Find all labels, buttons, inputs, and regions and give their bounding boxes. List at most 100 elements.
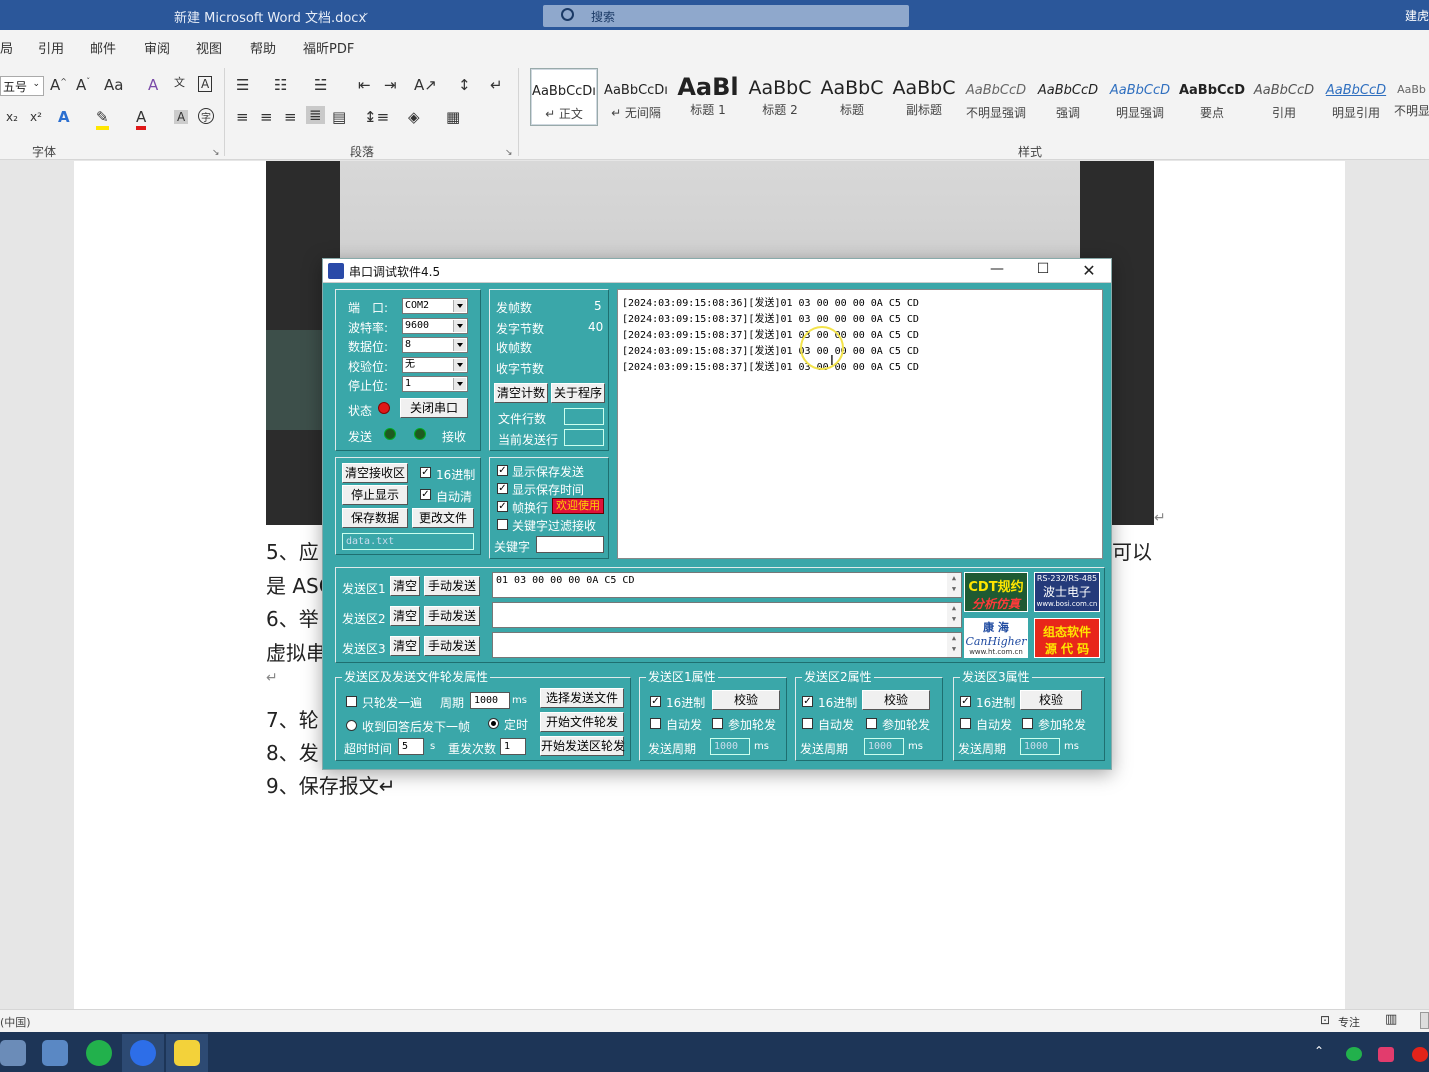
- justify-icon[interactable]: ≣: [306, 106, 325, 124]
- char-border-icon[interactable]: A: [198, 76, 213, 92]
- subscript-icon[interactable]: x₂: [6, 110, 18, 124]
- window-title-bar[interactable]: 串口调试软件4.5 — ☐ ✕: [323, 259, 1111, 283]
- send-area-2-clear-button[interactable]: 清空: [390, 606, 420, 626]
- period-input[interactable]: 1000: [470, 692, 510, 709]
- style-emphasis[interactable]: AaBbCcD 强调: [1034, 68, 1102, 126]
- rotate-once-checkbox[interactable]: [346, 696, 357, 707]
- timed-radio[interactable]: [488, 718, 499, 729]
- clear-format-icon[interactable]: A: [148, 76, 158, 94]
- area-3-auto-send-checkbox[interactable]: [960, 718, 971, 729]
- about-button[interactable]: 关于程序: [551, 383, 605, 403]
- print-layout-icon[interactable]: [1420, 1012, 1429, 1029]
- serial-debug-window[interactable]: 串口调试软件4.5 — ☐ ✕ 端 口: COM2 波特率: 9600 数据位:…: [322, 258, 1112, 770]
- style-strong[interactable]: AaBbCcD 要点: [1178, 68, 1246, 126]
- area-1-join-rotate-checkbox[interactable]: [712, 718, 723, 729]
- decrease-indent-icon[interactable]: ⇤: [358, 76, 371, 94]
- phonetic-guide-icon[interactable]: 文: [174, 74, 185, 90]
- numbering-icon[interactable]: ☷: [274, 76, 287, 94]
- dialog-launcher-icon[interactable]: ↘: [505, 148, 513, 158]
- serial-tool-icon[interactable]: [174, 1040, 200, 1066]
- keyword-input[interactable]: [536, 536, 604, 553]
- doc-line[interactable]: 9、保存报文↵: [266, 770, 395, 799]
- doc-line[interactable]: 可以: [1112, 536, 1152, 565]
- hex-display-checkbox[interactable]: ✓: [420, 467, 431, 478]
- style-no-spacing[interactable]: AaBbCcDı ↵ 无间隔: [602, 68, 670, 126]
- tray-app-icon[interactable]: [1378, 1047, 1394, 1062]
- show-marks-icon[interactable]: ↵: [490, 76, 503, 94]
- scrollbar[interactable]: ▲ ▼: [947, 633, 961, 657]
- select-send-file-button[interactable]: 选择发送文件: [540, 688, 624, 708]
- send-area-2-input[interactable]: ▲ ▼: [492, 602, 962, 628]
- timeout-input[interactable]: 5: [398, 738, 424, 755]
- text-effect-icon[interactable]: A: [58, 108, 70, 126]
- align-right-icon[interactable]: ≡: [284, 108, 297, 126]
- area-3-join-rotate-checkbox[interactable]: [1022, 718, 1033, 729]
- align-left-icon[interactable]: ≡: [236, 108, 249, 126]
- doc-line[interactable]: 7、轮: [266, 704, 319, 733]
- clear-receive-button[interactable]: 清空接收区: [342, 463, 408, 483]
- stopbits-select[interactable]: 1: [402, 376, 468, 392]
- shading-icon[interactable]: ◈: [408, 108, 420, 126]
- frame-newline-checkbox[interactable]: ✓: [497, 501, 508, 512]
- browser-icon[interactable]: [130, 1040, 156, 1066]
- close-icon[interactable]: ✕: [1069, 261, 1109, 281]
- area-1-checksum-button[interactable]: 校验: [712, 690, 780, 710]
- send-area-1-manual-button[interactable]: 手动发送: [424, 576, 480, 596]
- close-port-button[interactable]: 关闭串口: [400, 398, 468, 418]
- auto-clear-checkbox[interactable]: ✓: [420, 489, 431, 500]
- doc-line[interactable]: 虚拟串: [266, 637, 326, 666]
- style-intense-quote[interactable]: AaBbCcD 明显引用: [1322, 68, 1390, 126]
- status-language[interactable]: (中国): [0, 1014, 31, 1030]
- maximize-icon[interactable]: ☐: [1023, 261, 1063, 281]
- scrollbar[interactable]: ▲ ▼: [947, 573, 961, 597]
- area-2-checksum-button[interactable]: 校验: [862, 690, 930, 710]
- change-case-icon[interactable]: Aa: [104, 76, 123, 94]
- doc-line[interactable]: 5、应: [266, 536, 319, 565]
- style-heading-2[interactable]: AaBbC 标题 2: [746, 68, 814, 126]
- send-area-1-input[interactable]: 01 03 00 00 00 0A C5 CD ▲ ▼: [492, 572, 962, 598]
- canhigher-ad-banner[interactable]: 康 海 CanHigher www.ht.com.cn: [964, 618, 1028, 658]
- multilevel-list-icon[interactable]: ☱: [314, 76, 327, 94]
- read-mode-icon[interactable]: ▥: [1385, 1012, 1397, 1027]
- highlight-icon[interactable]: ✎: [96, 108, 109, 130]
- grow-font-icon[interactable]: A^: [50, 76, 67, 94]
- doc-line[interactable]: 8、发: [266, 737, 319, 766]
- style-intense-emphasis[interactable]: AaBbCcD 明显强调: [1106, 68, 1174, 126]
- distributed-icon[interactable]: ▤: [332, 108, 346, 126]
- save-data-button[interactable]: 保存数据: [342, 508, 408, 528]
- send-area-3-input[interactable]: ▲ ▼: [492, 632, 962, 658]
- scrollbar[interactable]: ▲ ▼: [947, 603, 961, 627]
- style-normal[interactable]: AaBbCcDı ↵ 正文: [530, 68, 598, 126]
- send-area-1-clear-button[interactable]: 清空: [390, 576, 420, 596]
- show-saved-time-checkbox[interactable]: ✓: [497, 483, 508, 494]
- stop-display-button[interactable]: 停止显示: [342, 485, 408, 505]
- line-spacing-icon[interactable]: ↨≡: [364, 108, 389, 126]
- char-shading-icon[interactable]: A: [174, 110, 189, 124]
- enclose-char-icon[interactable]: 字: [198, 108, 214, 124]
- send-area-3-clear-button[interactable]: 清空: [390, 636, 420, 656]
- start-file-rotate-button[interactable]: 开始文件轮发: [540, 712, 624, 732]
- status-focus[interactable]: 专注: [1338, 1014, 1360, 1030]
- area-1-auto-send-checkbox[interactable]: [650, 718, 661, 729]
- tab-review[interactable]: 审阅: [144, 38, 170, 57]
- text-direction-icon[interactable]: A↗: [414, 76, 437, 94]
- tab-references[interactable]: 引用: [38, 38, 64, 57]
- tab-foxit-pdf[interactable]: 福昕PDF: [303, 38, 354, 57]
- area-2-auto-send-checkbox[interactable]: [802, 718, 813, 729]
- borders-icon[interactable]: ▦: [446, 108, 460, 126]
- bosi-ad-banner[interactable]: RS-232/RS-485 波士电子 www.bosi.com.cn: [1034, 572, 1100, 612]
- tab-view[interactable]: 视图: [196, 38, 222, 57]
- shrink-font-icon[interactable]: Aˇ: [76, 76, 90, 94]
- tab-layout[interactable]: 局: [0, 38, 13, 57]
- style-subtle-reference[interactable]: AaBb 不明显: [1394, 68, 1429, 126]
- doc-line[interactable]: 6、举: [266, 603, 319, 632]
- align-center-icon[interactable]: ≡: [260, 108, 273, 126]
- style-subtitle[interactable]: AaBbC 副标题: [890, 68, 958, 126]
- send-area-2-manual-button[interactable]: 手动发送: [424, 606, 480, 626]
- network-tool-icon[interactable]: [0, 1040, 26, 1066]
- parity-select[interactable]: 无: [402, 357, 468, 373]
- keyword-filter-checkbox[interactable]: [497, 519, 508, 530]
- font-color-icon[interactable]: A: [136, 108, 147, 130]
- baud-select[interactable]: 9600: [402, 318, 468, 334]
- style-title[interactable]: AaBbC 标题: [818, 68, 886, 126]
